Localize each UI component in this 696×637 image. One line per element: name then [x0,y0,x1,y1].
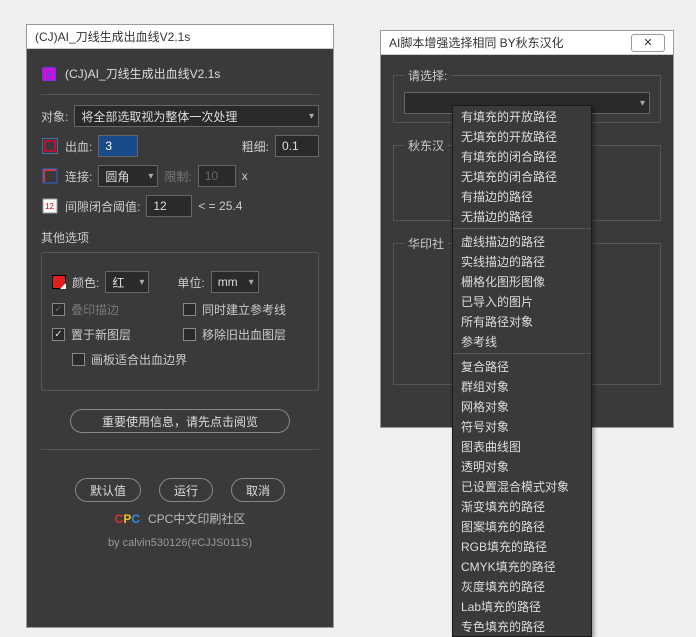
dropdown-item[interactable]: 有描边的路径 [453,186,591,206]
dropdown-divider [453,353,591,354]
group2-legend: 秋东汉 [404,137,448,154]
dropdown-item[interactable]: 图表曲线图 [453,436,591,456]
dropdown-item[interactable]: Lab填充的路径 [453,596,591,616]
header-title: (CJ)AI_刀线生成出血线V2.1s [65,65,220,82]
group3-legend: 华印社 [404,235,448,252]
object-label: 对象: [41,108,68,125]
dropdown-item[interactable]: 栅格化图形图像 [453,271,591,291]
dropdown-item[interactable]: 有填充的闭合路径 [453,146,591,166]
unit-label: 单位: [177,274,204,291]
dropdown-item[interactable]: 所有路径对象 [453,311,591,331]
footer-text: CPC中文印刷社区 [148,510,245,527]
svg-text:12: 12 [45,202,54,211]
newlayer-label: 置于新图层 [71,326,131,343]
gap-label: 间隙闭合阈值: [65,198,140,215]
limit-label: 限制: [164,168,191,185]
dropdown-item[interactable]: 实线描边的路径 [453,251,591,271]
dropdown-item[interactable]: 虚线描边的路径 [453,231,591,251]
overprint-label: 叠印描边 [71,301,119,318]
titlebar: (CJ)AI_刀线生成出血线V2.1s [27,25,333,49]
limit-input[interactable]: 10 [198,165,236,187]
thickness-input[interactable]: 0.1 [275,135,319,157]
color-select[interactable]: 红 [105,271,149,293]
color-label: 颜色: [72,274,99,291]
dropdown-item[interactable]: 有填充的开放路径 [453,106,591,126]
dropdown-item[interactable]: 渐变填充的路径 [453,496,591,516]
dropdown-item[interactable]: 已导入的图片 [453,291,591,311]
bleed-label: 出血: [65,138,92,155]
window-title: AI脚本增强选择相同 BY秋东汉化 [389,34,564,51]
dropdown-item[interactable]: 专色填充的路径 [453,616,591,636]
guide-label: 同时建立参考线 [202,301,286,318]
dropdown-item[interactable]: 复合路径 [453,356,591,376]
dropdown-item[interactable]: 参考线 [453,331,591,351]
color-swatch[interactable] [52,275,66,289]
dropdown-item[interactable]: RGB填充的路径 [453,536,591,556]
default-button[interactable]: 默认值 [75,478,141,502]
window-title: (CJ)AI_刀线生成出血线V2.1s [35,28,190,45]
dropdown-item[interactable]: 群组对象 [453,376,591,396]
byline: by calvin530126(#CJJS011S) [41,537,319,549]
clip-checkbox[interactable] [72,353,85,366]
removeold-checkbox[interactable] [183,328,196,341]
object-select[interactable]: 将全部选取视为整体一次处理 [74,105,319,127]
dropdown-item[interactable]: 网格对象 [453,396,591,416]
dropdown-divider [453,228,591,229]
cancel-button[interactable]: 取消 [231,478,285,502]
limit-suffix: x [242,169,248,183]
dropdown-item[interactable]: 符号对象 [453,416,591,436]
dropdown-item[interactable]: 无填充的闭合路径 [453,166,591,186]
app-icon [41,66,57,82]
clip-label: 画板适合出血边界 [91,351,187,368]
dropdown-item[interactable]: 已设置混合模式对象 [453,476,591,496]
info-button[interactable]: 重要使用信息，请先点击阅览 [70,409,290,433]
removeold-label: 移除旧出血图层 [202,326,286,343]
connect-label: 连接: [65,168,92,185]
bleed-input[interactable]: 3 [98,135,138,157]
titlebar: AI脚本增强选择相同 BY秋东汉化 ✕ [381,31,673,55]
thickness-label: 粗细: [242,138,269,155]
dropdown-item[interactable]: 图案填充的路径 [453,516,591,536]
run-button[interactable]: 运行 [159,478,213,502]
cpc-logo: CPC [115,512,140,526]
gap-suffix: < = 25.4 [198,199,242,213]
dropdown-item[interactable]: 透明对象 [453,456,591,476]
gap-input[interactable]: 12 [146,195,192,217]
unit-select[interactable]: mm [211,271,259,293]
select-legend: 请选择: [404,67,451,84]
close-button[interactable]: ✕ [631,34,665,52]
dropdown-item[interactable]: 灰度填充的路径 [453,576,591,596]
dropdown-item[interactable]: 无填充的开放路径 [453,126,591,146]
overprint-checkbox[interactable] [52,303,65,316]
select-dropdown[interactable]: 有填充的开放路径无填充的开放路径有填充的闭合路径无填充的闭合路径有描边的路径无描… [452,105,592,637]
gap-icon: 12 [41,197,59,215]
bleed-icon [41,137,59,155]
other-options-label: 其他选项 [41,229,319,246]
dropdown-item[interactable]: CMYK填充的路径 [453,556,591,576]
dropdown-item[interactable]: 无描边的路径 [453,206,591,226]
newlayer-checkbox[interactable] [52,328,65,341]
options-group: 颜色: 红 单位: mm 叠印描边 同时建立参考线 置于新图层 [41,252,319,391]
bleed-dialog: (CJ)AI_刀线生成出血线V2.1s (CJ)AI_刀线生成出血线V2.1s … [26,24,334,628]
connect-select[interactable]: 圆角 [98,165,158,187]
guide-checkbox[interactable] [183,303,196,316]
join-icon [41,167,59,185]
